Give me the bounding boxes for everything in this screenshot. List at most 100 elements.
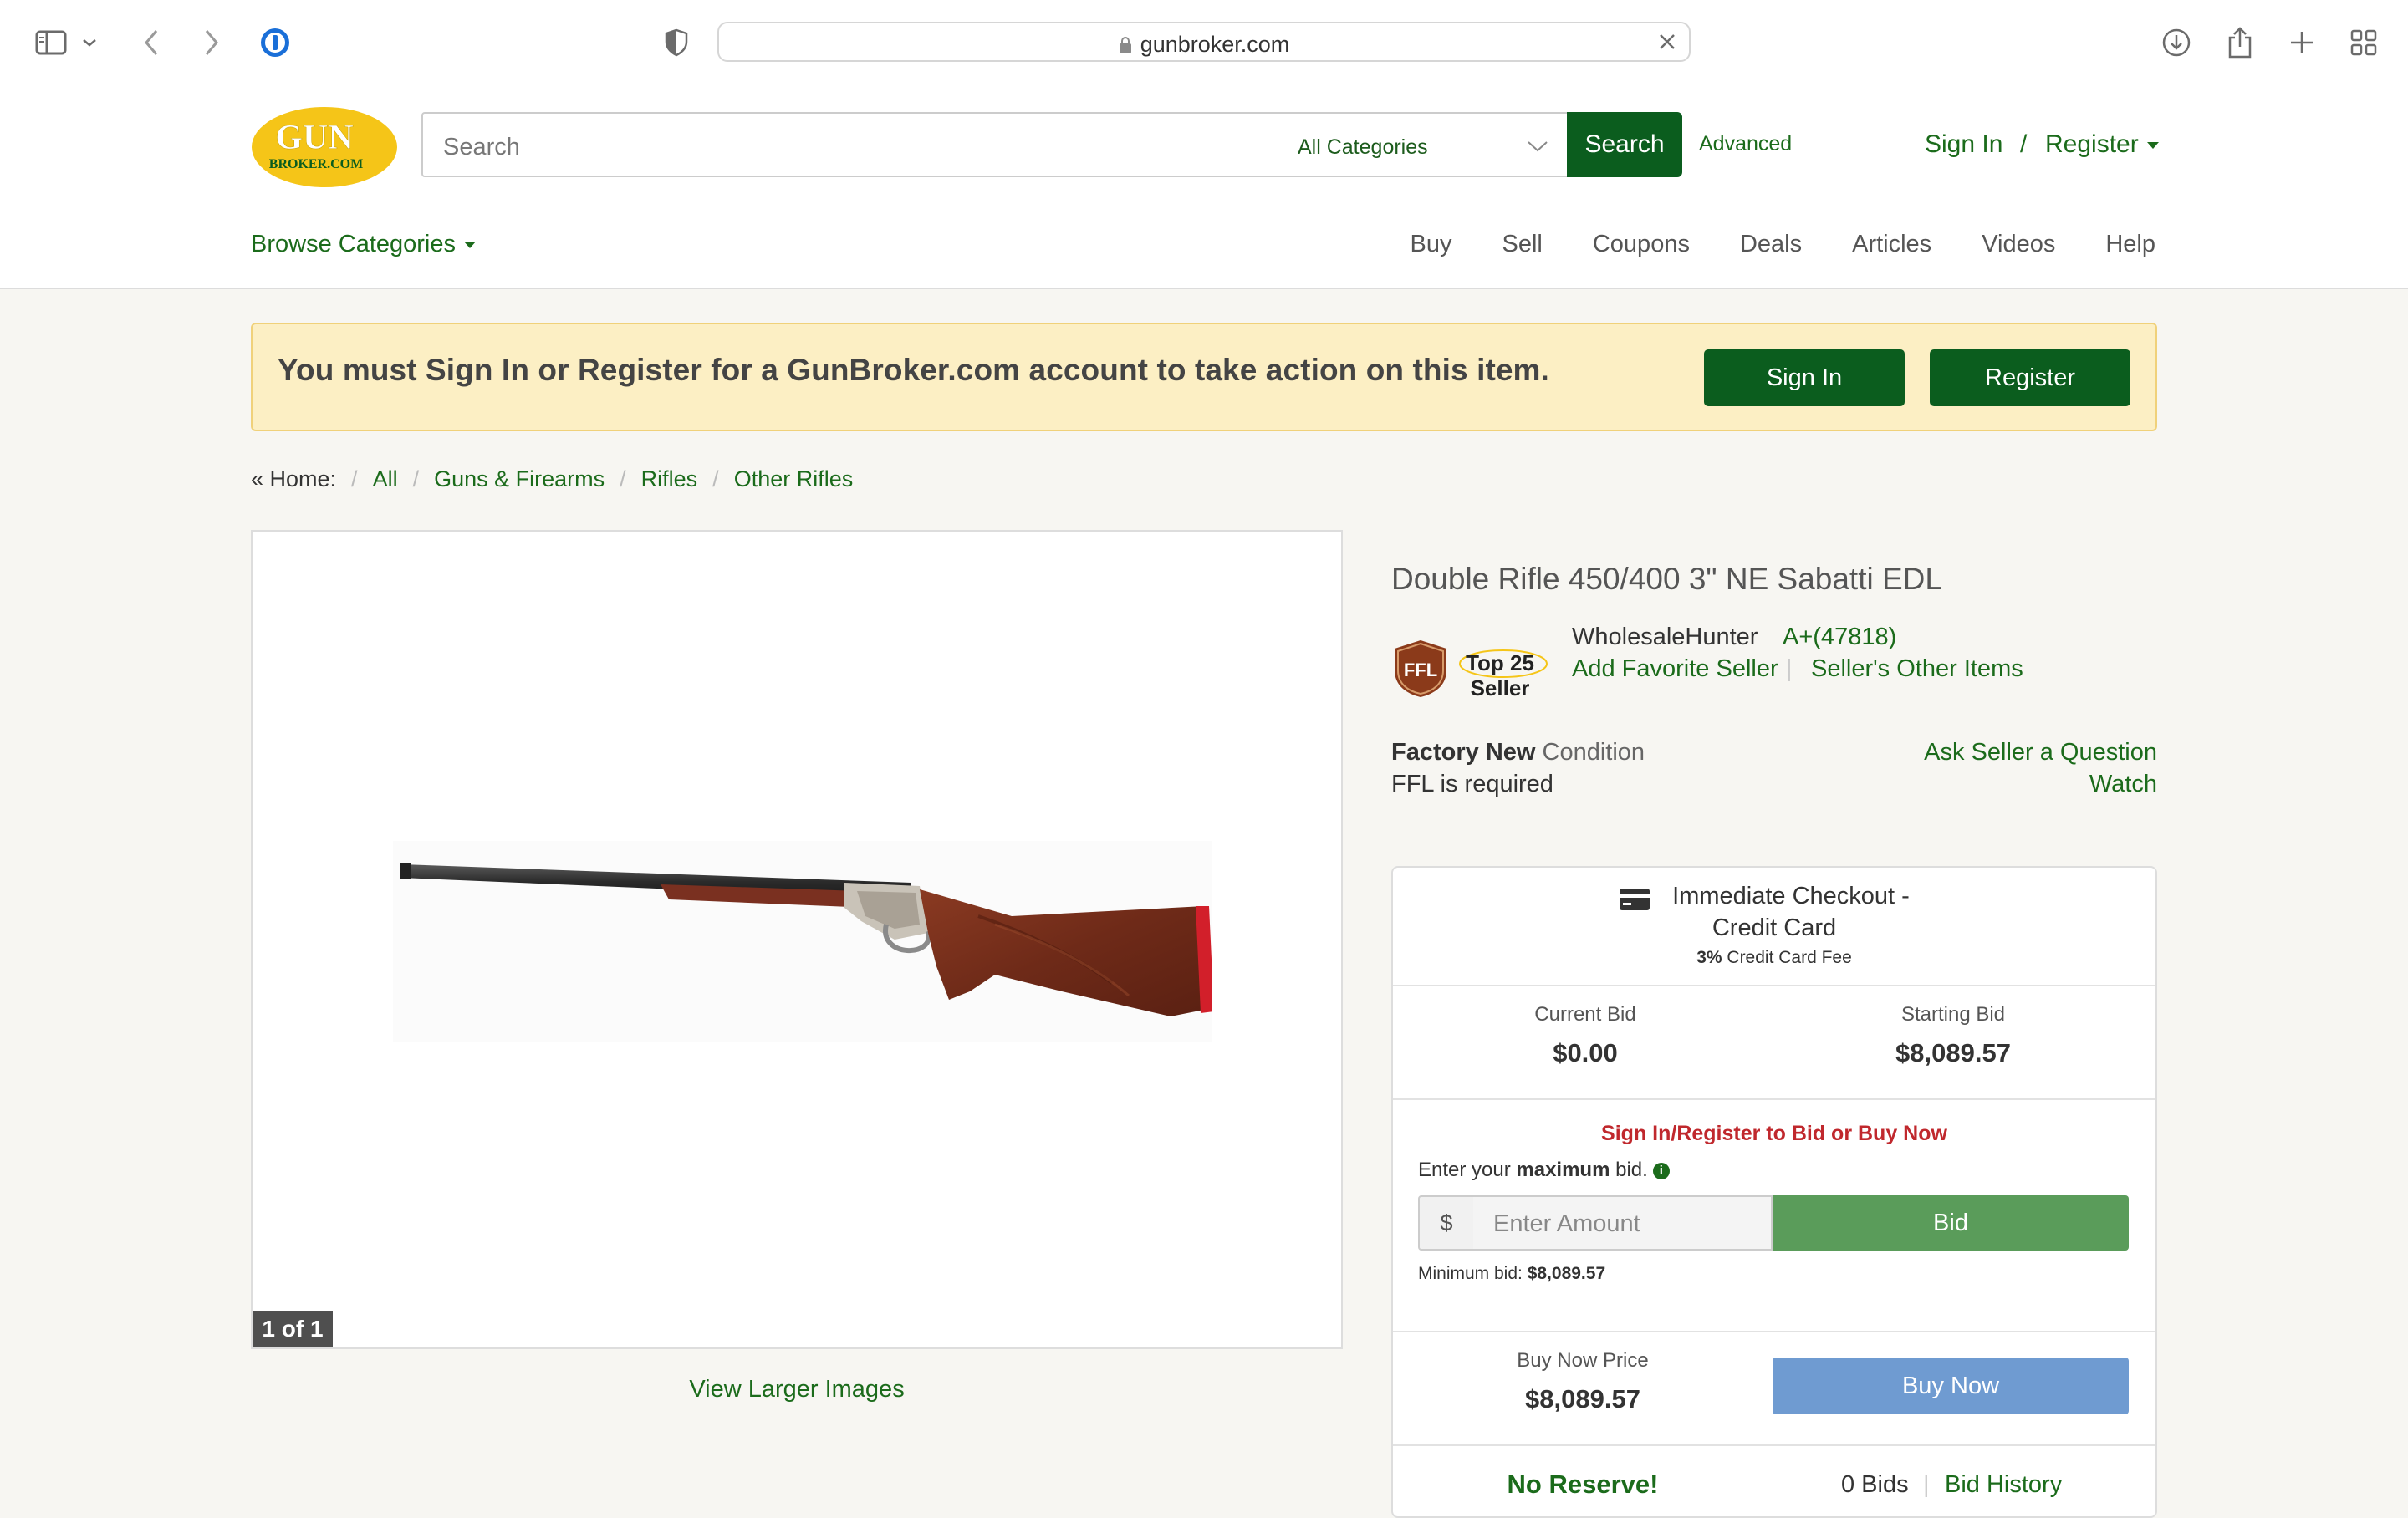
top-seller-badge-icon: Top 25 Seller <box>1459 649 1548 700</box>
card-fee: 3% Credit Card Fee <box>1393 948 2155 968</box>
nav-sell[interactable]: Sell <box>1502 231 1543 258</box>
breadcrumb: « Home: / All / Guns & Firearms / Rifles… <box>251 466 853 492</box>
ask-seller-question-link[interactable]: Ask Seller a Question <box>1924 739 2157 767</box>
breadcrumb-other-rifles[interactable]: Other Rifles <box>734 466 854 492</box>
place-bid-section: Sign In/Register to Bid or Buy Now Enter… <box>1393 1098 2155 1332</box>
buy-now-button[interactable]: Buy Now <box>1773 1358 2129 1414</box>
seller-other-items-link[interactable]: Seller's Other Items <box>1811 655 2023 683</box>
sidebar-icon[interactable] <box>32 23 70 62</box>
register-label: Register <box>2045 130 2139 158</box>
buy-now-price-label: Buy Now Price <box>1517 1349 1649 1372</box>
watch-link[interactable]: Watch <box>2089 771 2157 798</box>
lock-icon <box>1119 37 1131 53</box>
notice-register-button[interactable]: Register <box>1930 349 2130 406</box>
svg-text:Top 25: Top 25 <box>1466 650 1534 675</box>
buy-now-section: Buy Now Price $8,089.57 Buy Now <box>1393 1331 2155 1446</box>
seller-rating[interactable]: A+(47818) <box>1783 624 1896 651</box>
item-condition: Factory New Condition <box>1391 739 1645 767</box>
current-bid-value: $0.00 <box>1553 1038 1618 1067</box>
main-nav: Buy Sell Coupons Deals Articles Videos H… <box>1411 231 2155 258</box>
bid-history-link[interactable]: Bid History <box>1945 1471 2062 1499</box>
currency-addon: $ <box>1418 1195 1475 1251</box>
category-select[interactable]: All Categories <box>1281 112 1569 177</box>
breadcrumb-rifles[interactable]: Rifles <box>641 466 698 492</box>
share-icon[interactable] <box>2221 23 2259 62</box>
starting-bid-label: Starting Bid <box>1900 1003 2006 1026</box>
svg-text:GUN: GUN <box>275 119 353 157</box>
breadcrumb-separator: / <box>620 466 626 492</box>
buy-now-price-value: $8,089.57 <box>1525 1384 1640 1414</box>
search-button[interactable]: Search <box>1567 112 1682 177</box>
rifle-image[interactable] <box>393 841 1212 1042</box>
enter-max-bold: maximum <box>1516 1159 1610 1181</box>
shield-icon[interactable] <box>657 23 696 62</box>
advanced-search-link[interactable]: Advanced <box>1699 132 1792 156</box>
minimum-bid-value: $8,089.57 <box>1527 1264 1606 1283</box>
caret-down-icon <box>464 242 476 249</box>
condition-label: Condition <box>1535 739 1645 766</box>
breadcrumb-guns-firearms[interactable]: Guns & Firearms <box>434 466 605 492</box>
download-icon[interactable] <box>2157 23 2196 62</box>
nav-help[interactable]: Help <box>2105 231 2155 258</box>
item-title: Double Rifle 450/400 3" NE Sabatti EDL <box>1391 562 1942 596</box>
image-counter: 1 of 1 <box>253 1311 333 1347</box>
breadcrumb-separator: / <box>412 466 420 492</box>
bids-count: 0 Bids <box>1841 1471 1909 1498</box>
bid-button[interactable]: Bid <box>1773 1195 2129 1251</box>
view-larger-images-link[interactable]: View Larger Images <box>251 1376 1343 1403</box>
enter-max-suffix: bid. <box>1610 1159 1648 1181</box>
search-input[interactable]: Search <box>421 112 1283 177</box>
browse-categories-label: Browse Categories <box>251 231 456 257</box>
bid-amount-input[interactable]: Enter Amount <box>1473 1195 1773 1251</box>
forward-icon[interactable] <box>192 23 231 62</box>
info-icon[interactable]: i <box>1652 1162 1670 1179</box>
svg-text:Seller: Seller <box>1471 675 1530 700</box>
reserve-section: No Reserve! 0 Bids | Bid History <box>1393 1444 2155 1516</box>
caret-down-icon <box>2146 142 2159 150</box>
register-link[interactable]: Register <box>2045 130 2159 159</box>
ffl-badge-icon: FFL <box>1395 640 1446 697</box>
nav-coupons[interactable]: Coupons <box>1593 231 1690 258</box>
bid-box: Immediate Checkout - Credit Card 3% Cred… <box>1391 866 2157 1518</box>
plus-icon[interactable] <box>2283 23 2321 62</box>
nav-buy[interactable]: Buy <box>1411 231 1452 258</box>
browser-toolbar: gunbroker.com <box>0 0 2408 89</box>
breadcrumb-separator: / <box>351 466 358 492</box>
sign-in-link[interactable]: Sign In <box>1925 130 2002 159</box>
minimum-bid-label: Minimum bid: <box>1418 1264 1528 1283</box>
nav-videos[interactable]: Videos <box>1982 231 2055 258</box>
signin-to-bid-message[interactable]: Sign In/Register to Bid or Buy Now <box>1393 1122 2155 1146</box>
add-favorite-seller-link[interactable]: Add Favorite Seller <box>1572 655 1778 683</box>
seller-name[interactable]: WholesaleHunter <box>1572 624 1758 651</box>
address-bar[interactable]: gunbroker.com <box>717 22 1691 62</box>
nav-deals[interactable]: Deals <box>1740 231 1802 258</box>
browse-categories-menu[interactable]: Browse Categories <box>251 231 476 258</box>
back-icon[interactable] <box>132 23 171 62</box>
notice-sign-in-button[interactable]: Sign In <box>1704 349 1905 406</box>
current-bid-label: Current Bid <box>1534 1003 1636 1026</box>
gunbroker-logo[interactable]: GUN BROKER.COM <box>251 105 398 189</box>
bids-separator: | <box>1923 1471 1930 1498</box>
close-icon[interactable] <box>1657 32 1677 56</box>
category-select-value: All Categories <box>1298 135 1428 159</box>
enter-max-prefix: Enter your <box>1418 1159 1517 1181</box>
enter-max-bid-label: Enter your maximum bid. i <box>1418 1159 1670 1182</box>
password-manager-icon[interactable] <box>256 23 294 62</box>
url-text: gunbroker.com <box>719 32 1689 58</box>
item-image-panel[interactable]: 1 of 1 <box>251 530 1343 1349</box>
tab-grid-icon[interactable] <box>2344 23 2383 62</box>
breadcrumb-all[interactable]: All <box>373 466 398 492</box>
nav-articles[interactable]: Articles <box>1852 231 1931 258</box>
svg-text:BROKER.COM: BROKER.COM <box>269 157 363 171</box>
breadcrumb-separator: / <box>712 466 719 492</box>
minimum-bid: Minimum bid: $8,089.57 <box>1418 1264 1605 1284</box>
breadcrumb-home[interactable]: « Home: <box>251 466 336 492</box>
ffl-required-text: FFL is required <box>1391 771 1553 797</box>
seller-links-separator: | <box>1786 655 1793 682</box>
starting-bid-value: $8,089.57 <box>1895 1038 2011 1067</box>
chevron-down-icon[interactable] <box>77 23 102 62</box>
card-fee-label: Credit Card Fee <box>1722 948 1852 967</box>
condition-value: Factory New <box>1391 739 1536 766</box>
chevron-down-icon <box>1528 141 1548 152</box>
svg-text:FFL: FFL <box>1404 660 1437 680</box>
